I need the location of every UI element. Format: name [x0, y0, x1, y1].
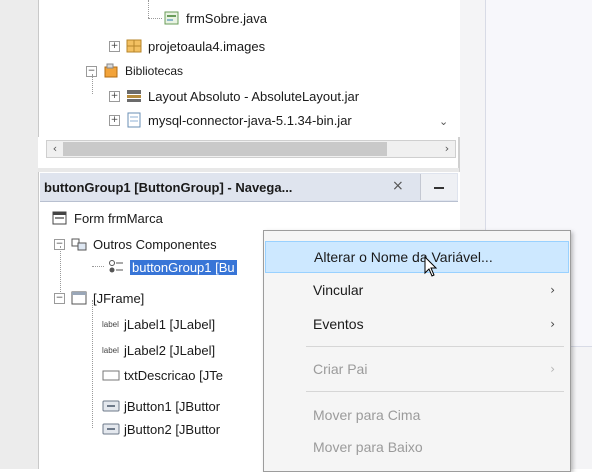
close-icon[interactable]: ×	[392, 178, 404, 194]
expand-icon[interactable]: +	[109, 114, 120, 126]
expand-icon[interactable]: +	[109, 90, 120, 102]
nav-item-jlabel2[interactable]: label jLabel2 [JLabel]	[102, 339, 215, 361]
label-icon: label	[102, 342, 119, 358]
menu-item-rename-variable[interactable]: Alterar o Nome da Variável...	[265, 241, 569, 273]
tree-item-projetoaula4-images[interactable]: + projetoaula4.images	[109, 35, 265, 57]
tree-item-label: Bibliotecas	[125, 64, 184, 78]
nav-item-jlabel1[interactable]: label jLabel1 [JLabel]	[102, 313, 215, 335]
menu-item-label: Mover para Baixo	[313, 439, 423, 455]
menu-item-label: Vincular	[313, 282, 364, 298]
menu-item-label: Eventos	[313, 316, 364, 332]
menu-item-mover-baixo[interactable]: Mover para Baixo	[265, 431, 569, 463]
nav-item-jbutton1[interactable]: jButton1 [JButtor	[102, 395, 220, 417]
label-icon-text: label	[102, 346, 119, 355]
button-group-icon	[108, 259, 124, 275]
tree-guide	[92, 300, 93, 428]
tree-item-label: Layout Absoluto - AbsoluteLayout.jar	[148, 88, 360, 104]
nav-item-buttongroup1[interactable]: buttonGroup1 [Bu	[108, 256, 237, 278]
nav-item-label: jLabel1 [JLabel]	[124, 316, 216, 332]
jar-icon	[126, 112, 142, 128]
nav-item-outros-componentes[interactable]: − Outros Componentes	[54, 233, 217, 255]
menu-separator	[306, 391, 564, 392]
scroll-down-arrow-icon[interactable]: ⌄	[439, 115, 448, 128]
label-icon-text: label	[102, 320, 119, 329]
tree-guide	[148, 18, 162, 19]
nav-item-txtdescricao[interactable]: txtDescricao [JTe	[102, 364, 223, 386]
nav-item-jframe[interactable]: − [JFrame]	[54, 287, 144, 309]
expand-icon[interactable]: +	[109, 40, 120, 52]
components-icon	[71, 236, 87, 252]
menu-item-label: Mover para Cima	[313, 407, 421, 423]
nav-item-label: buttonGroup1 [Bu	[130, 259, 237, 275]
minimize-icon[interactable]	[434, 187, 444, 189]
navigator-title: buttonGroup1 [ButtonGroup] - Navega...	[44, 180, 293, 195]
menu-item-eventos[interactable]: Eventos ›	[265, 308, 569, 340]
tree-item-bibliotecas[interactable]: − Bibliotecas	[86, 60, 183, 82]
libraries-icon	[103, 63, 119, 79]
submenu-arrow-icon: ›	[550, 362, 555, 376]
scroll-left-icon[interactable]: ‹	[47, 141, 63, 157]
menu-item-criar-pai[interactable]: Criar Pai ›	[265, 353, 569, 385]
text-field-icon	[102, 367, 120, 383]
nav-item-label: jButton1 [JButtor	[124, 398, 221, 414]
submenu-arrow-icon: ›	[550, 317, 555, 331]
collapse-icon[interactable]: −	[54, 292, 65, 304]
tree-item-frmsobre[interactable]: frmSobre.java	[164, 7, 267, 29]
tree-item-label: mysql-connector-java-5.1.34-bin.jar	[148, 112, 352, 128]
nav-item-label: jLabel2 [JLabel]	[124, 342, 216, 358]
tree-item-label: projetoaula4.images	[148, 38, 266, 54]
form-icon	[52, 210, 68, 226]
nav-item-label: txtDescricao [JTe	[124, 367, 223, 383]
scroll-right-icon[interactable]: ›	[439, 141, 455, 157]
java-form-icon	[164, 10, 180, 26]
nav-item-label: Outros Componentes	[93, 236, 217, 252]
mouse-pointer-icon	[424, 256, 438, 277]
menu-separator	[306, 346, 564, 347]
scrollbar-thumb[interactable]	[63, 142, 387, 156]
nav-item-form[interactable]: Form frmMarca	[52, 207, 163, 229]
label-icon: label	[102, 316, 119, 332]
menu-item-mover-cima[interactable]: Mover para Cima	[265, 399, 569, 431]
button-icon	[102, 398, 120, 414]
tree-item-mysql-connector-jar[interactable]: + mysql-connector-java-5.1.34-bin.jar	[109, 109, 352, 131]
menu-item-vincular[interactable]: Vincular ›	[265, 274, 569, 306]
tree-guide	[92, 74, 93, 94]
jar-icon	[126, 88, 142, 104]
tree-guide	[148, 0, 149, 18]
horizontal-scrollbar[interactable]: ‹ ›	[46, 140, 456, 158]
package-icon	[126, 38, 142, 54]
submenu-arrow-icon: ›	[550, 283, 555, 297]
frame-icon	[71, 290, 87, 306]
nav-item-label: [JFrame]	[93, 290, 145, 306]
button-icon	[102, 421, 120, 437]
nav-item-jbutton2[interactable]: jButton2 [JButtor	[102, 418, 220, 440]
menu-item-label: Criar Pai	[313, 361, 368, 377]
menu-item-label: Alterar o Nome da Variável...	[314, 249, 493, 265]
tree-item-absolutelayout-jar[interactable]: + Layout Absoluto - AbsoluteLayout.jar	[109, 85, 359, 107]
tree-guide	[92, 266, 104, 267]
nav-item-label: Form frmMarca	[74, 210, 163, 226]
nav-item-label: jButton2 [JButtor	[124, 421, 221, 437]
tree-item-label: frmSobre.java	[186, 10, 267, 26]
editor-left-gutter	[0, 0, 38, 469]
context-menu: Alterar o Nome da Variável... Vincular ›…	[263, 230, 571, 472]
